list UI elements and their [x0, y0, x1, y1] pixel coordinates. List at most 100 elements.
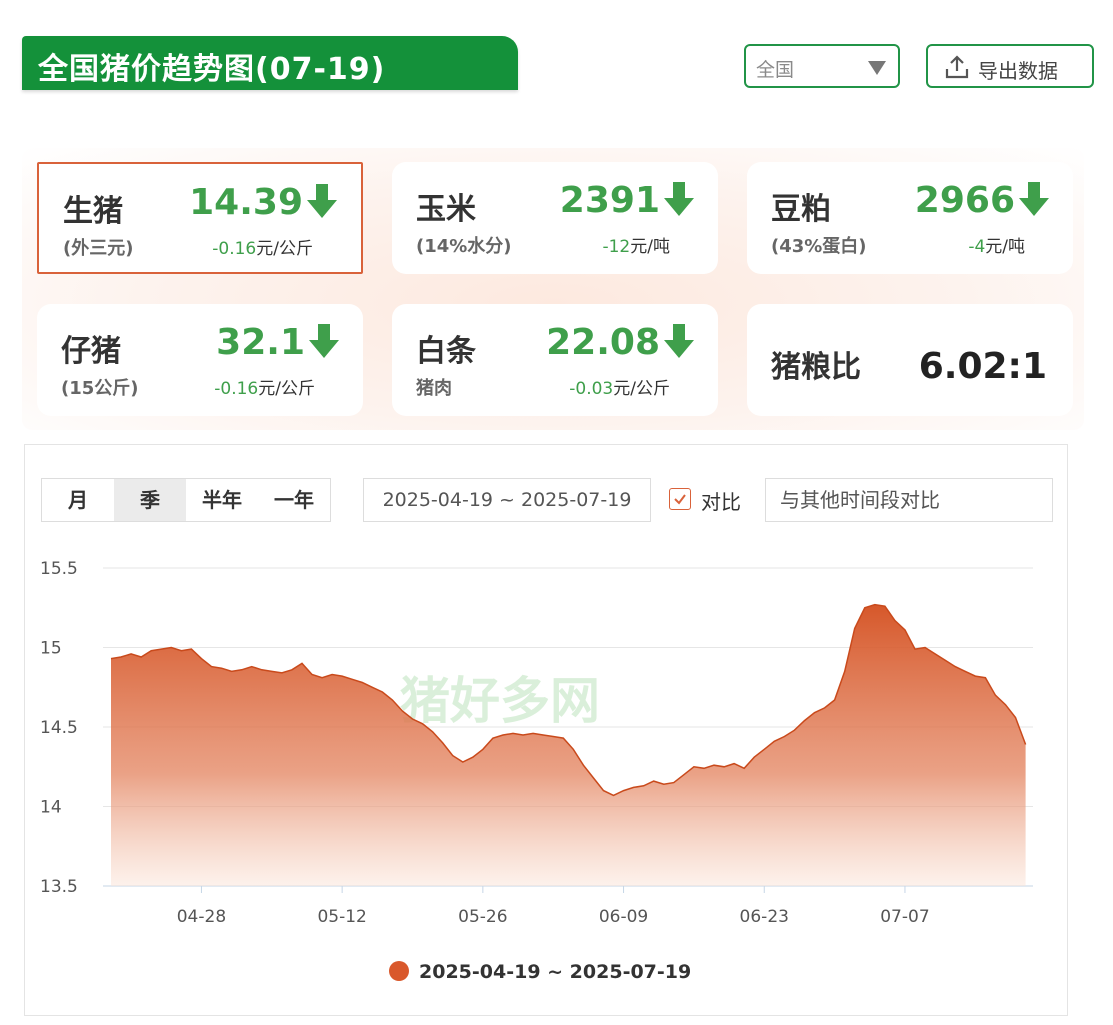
data-point	[914, 648, 916, 650]
data-point	[612, 794, 614, 796]
data-point	[663, 783, 665, 785]
data-point	[602, 789, 604, 791]
data-point	[220, 667, 222, 669]
data-point	[140, 656, 142, 658]
data-point	[723, 766, 725, 768]
data-point	[783, 735, 785, 737]
data-point	[120, 656, 122, 658]
data-point	[502, 734, 504, 736]
x-tick-label: 07-07	[880, 907, 929, 927]
data-point	[803, 719, 805, 721]
data-point	[592, 777, 594, 779]
data-point	[813, 712, 815, 714]
data-point	[170, 646, 172, 648]
data-point	[753, 756, 755, 758]
x-tick-label: 04-28	[177, 907, 226, 927]
data-point	[381, 691, 383, 693]
data-point	[401, 710, 403, 712]
data-point	[773, 740, 775, 742]
data-point	[894, 619, 896, 621]
data-point	[200, 657, 202, 659]
data-point	[643, 785, 645, 787]
data-point	[622, 789, 624, 791]
y-tick-label: 14.5	[40, 718, 78, 738]
data-point	[341, 675, 343, 677]
data-point	[210, 665, 212, 667]
data-point	[251, 665, 253, 667]
data-point	[1004, 704, 1006, 706]
data-point	[733, 762, 735, 764]
data-point	[472, 756, 474, 758]
data-point	[823, 707, 825, 709]
data-point	[974, 675, 976, 677]
data-point	[301, 662, 303, 664]
x-tick-label: 06-09	[599, 907, 648, 927]
data-point	[582, 764, 584, 766]
data-point	[271, 670, 273, 672]
data-point	[934, 653, 936, 655]
data-point	[421, 723, 423, 725]
data-point	[261, 669, 263, 671]
data-point	[150, 650, 152, 652]
data-point	[321, 677, 323, 679]
legend-label: 2025-04-19 ~ 2025-07-19	[419, 961, 691, 983]
data-point	[512, 732, 514, 734]
data-point	[331, 673, 333, 675]
y-tick-label: 13.5	[40, 877, 78, 897]
data-point	[361, 681, 363, 683]
data-point	[241, 669, 243, 671]
data-point	[964, 670, 966, 672]
data-point	[190, 648, 192, 650]
data-point	[482, 748, 484, 750]
data-point	[522, 734, 524, 736]
data-point	[844, 670, 846, 672]
data-point	[994, 694, 996, 696]
data-point	[532, 732, 534, 734]
data-point	[572, 748, 574, 750]
y-tick-label: 15.5	[40, 559, 78, 579]
data-point	[311, 673, 313, 675]
data-point	[391, 699, 393, 701]
data-point	[110, 657, 112, 659]
data-point	[984, 677, 986, 679]
data-point	[793, 729, 795, 731]
data-point	[673, 781, 675, 783]
data-point	[180, 650, 182, 652]
data-point	[683, 774, 685, 776]
series-area	[111, 604, 1026, 886]
data-point	[703, 767, 705, 769]
data-point	[763, 748, 765, 750]
legend-marker	[389, 961, 409, 981]
data-point	[442, 742, 444, 744]
data-point	[542, 734, 544, 736]
data-point	[351, 678, 353, 680]
data-point	[743, 767, 745, 769]
data-point	[411, 718, 413, 720]
data-point	[552, 735, 554, 737]
data-point	[431, 731, 433, 733]
data-point	[693, 766, 695, 768]
x-tick-label: 05-12	[317, 907, 366, 927]
data-point	[291, 669, 293, 671]
x-tick-label: 05-26	[458, 907, 507, 927]
data-point	[1024, 743, 1026, 745]
data-point	[884, 605, 886, 607]
data-point	[452, 754, 454, 756]
data-point	[904, 629, 906, 631]
data-point	[230, 670, 232, 672]
data-point	[160, 648, 162, 650]
data-point	[492, 737, 494, 739]
svg-text:猪好多网: 猪好多网	[400, 672, 600, 730]
data-point	[924, 646, 926, 648]
data-point	[1014, 716, 1016, 718]
y-tick-label: 15	[40, 639, 62, 659]
data-point	[713, 764, 715, 766]
data-point	[281, 672, 283, 674]
price-trend-chart: 猪好多网 13.5 14 14.5 15 15.5 04-28 05-12 05-26 06-0…	[40, 559, 1033, 983]
data-point	[130, 653, 132, 655]
data-point	[833, 699, 835, 701]
data-point	[864, 607, 866, 609]
data-point	[944, 659, 946, 661]
data-point	[854, 627, 856, 629]
data-point	[371, 686, 373, 688]
